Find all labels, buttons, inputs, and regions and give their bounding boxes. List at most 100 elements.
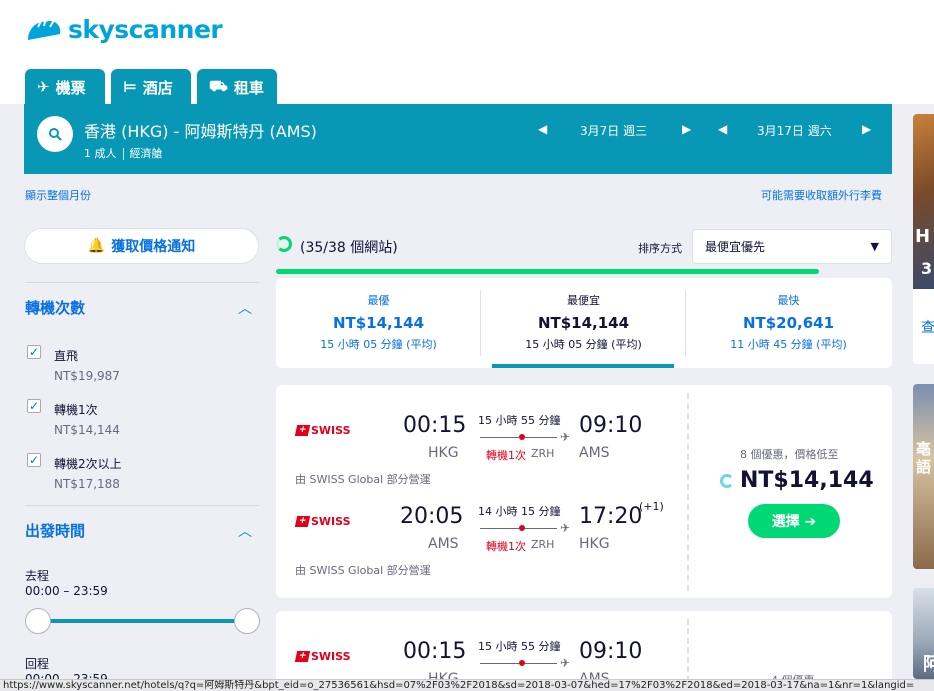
outbound-operated-by: 由 SWISS Global 部分營運 [295,473,431,486]
ad-title: H [915,226,931,247]
baggage-fees-link[interactable]: 可能需要收取額外行李費 [761,187,882,203]
inbound-via: ZRH [531,538,555,551]
inbound-route-line: ✈ [480,521,570,535]
ad-image [913,384,934,569]
inbound-day-offset: (+1) [639,500,664,513]
route-text[interactable]: 香港 (HKG) - 阿姆斯特丹 (AMS) [84,118,317,142]
loading-spinner-icon [720,473,734,488]
caret-down-icon: ▼ [870,240,879,253]
return-date[interactable]: 3月17日 週六 [757,122,832,139]
stops-direct-checkbox[interactable]: ✓ [27,345,41,359]
return-prev-day-button[interactable]: ◀ [718,122,727,136]
cabin-class: 經濟艙 [129,147,163,160]
stops-two-plus-checkbox[interactable]: ✓ [27,453,41,467]
cheapest-duration: 15 小時 05 分鐘 (平均) [525,338,642,351]
fastest-price: NT$20,641 [742,314,835,332]
outbound-stops: 轉機1次 [486,449,526,462]
swiss-airline-logo: + SWISS [294,515,351,528]
select-button[interactable]: 選擇 ➔ [748,504,840,538]
depart-date[interactable]: 3月7日 週三 [580,122,647,139]
bed-icon: ⊨ [123,78,137,96]
cheapest-tab[interactable]: 最便宜 NT$14,144 15 小時 05 分鐘 (平均) [481,278,686,368]
ad-title: 亳 語 [916,440,932,476]
outbound-depart-time: 00:15 [403,639,467,664]
show-whole-month-link[interactable]: 顯示整個月份 [25,187,91,203]
inbound-arrive-code: HKG [579,536,610,552]
airline-name: SWISS [311,650,351,663]
departure-time-title[interactable]: 出發時間 [25,520,85,541]
ticket-divider [687,393,689,591]
chevron-up-icon[interactable]: ︿ [238,521,252,541]
inbound-operated-by: 由 SWISS Global 部分營運 [295,564,431,577]
search-summary-bar: 香港 (HKG) - 阿姆斯特丹 (AMS) 1 成人 經濟艙 ◀ 3月7日 週三… [24,104,892,174]
ad-link[interactable]: 查 [921,317,934,337]
swiss-cross-icon: + [294,425,311,436]
result-card[interactable]: + SWISS 00:15 HKG 15 小時 55 分鐘 ✈ 轉機1次 ZRH … [276,385,892,598]
loading-spinner-icon [276,236,292,252]
stops-two-plus-price: NT$17,188 [54,477,120,491]
best-label: 最優 [367,294,390,307]
plane-icon: ✈ [560,521,571,535]
airline-name: SWISS [311,424,351,437]
price-alert-button[interactable]: 🔔 獲取價格通知 [24,228,259,264]
sort-select[interactable]: 最便宜優先 ▼ [692,229,892,264]
outbound-route-line: ✈ [480,656,570,670]
swiss-airline-logo: + SWISS [294,424,351,437]
passenger-cabin[interactable]: 1 成人 經濟艙 [84,145,163,161]
return-label: 回程 [25,657,50,671]
fastest-duration: 11 小時 45 分鐘 (平均) [730,338,847,351]
sort-label: 排序方式 [638,242,682,255]
hotel-ad-card[interactable]: 亳 語 [913,384,934,569]
depart-prev-day-button[interactable]: ◀ [538,122,547,136]
outbound-label: 去程 [25,569,50,583]
depart-next-day-button[interactable]: ▶ [682,122,691,136]
search-icon [49,128,62,141]
outbound-time-slider-track[interactable] [38,619,248,623]
passenger-count: 1 成人 [84,147,117,160]
cheapest-price: NT$14,144 [537,314,630,332]
tab-label: 酒店 [142,78,173,97]
outbound-arrive-time: 09:10 [579,639,643,664]
outbound-duration: 15 小時 55 分鐘 [478,640,561,653]
car-icon: ⛟ [209,77,228,95]
stops-direct-price: NT$19,987 [54,369,120,383]
airline-name: SWISS [311,515,351,528]
hotel-ad-card[interactable]: 阿 [913,588,934,679]
browser-status-bar: https://www.skyscanner.net/hotels/q?q=阿姆… [0,679,934,691]
inbound-duration: 14 小時 15 分鐘 [478,505,561,518]
outbound-depart-time: 00:15 [403,413,467,438]
outbound-slider-start-handle[interactable] [25,608,51,634]
stops-one-checkbox[interactable]: ✓ [27,399,41,413]
edit-search-button[interactable] [37,116,73,152]
fastest-tab[interactable]: 最快 NT$20,641 11 小時 45 分鐘 (平均) [686,278,891,368]
ad-number: 3 [921,259,933,278]
stops-one-price: NT$14,144 [54,423,120,437]
best-tab[interactable]: 最優 NT$14,144 15 小時 05 分鐘 (平均) [276,278,481,368]
stops-title[interactable]: 轉機次數 [25,297,85,318]
tab-hotels[interactable]: ⊨ 酒店 [111,69,191,105]
return-time-range: 00:00 – 23:59 [25,672,108,679]
divider [25,505,259,506]
return-next-day-button[interactable]: ▶ [862,122,871,136]
outbound-via: ZRH [531,447,555,460]
best-price: NT$14,144 [332,314,425,332]
divider [25,282,259,283]
cheapest-label: 最便宜 [567,294,600,307]
outbound-slider-end-handle[interactable] [234,608,260,634]
outbound-depart-code: HKG [428,445,459,461]
sort-summary-tabs: 最優 NT$14,144 15 小時 05 分鐘 (平均) 最便宜 NT$14,… [276,278,892,368]
inbound-depart-code: AMS [428,536,459,552]
brand-name: skyscanner [68,14,223,44]
tab-flights[interactable]: ✈ 機票 [25,69,105,105]
plane-icon: ✈ [37,78,50,96]
inbound-arrive-time: 17:20 [579,504,643,529]
tab-car-hire[interactable]: ⛟ 租車 [197,69,277,105]
chevron-up-icon[interactable]: ︿ [238,298,252,318]
swiss-cross-icon: + [294,516,311,527]
deal-price-value: NT$14,144 [740,468,874,493]
hotel-ad-card[interactable]: H 3 查 [913,114,934,364]
skyscanner-logo[interactable]: skyscanner [24,12,223,46]
inbound-stops: 轉機1次 [486,540,526,553]
outbound-duration: 15 小時 55 分鐘 [478,414,561,427]
outbound-arrive-code: AMS [579,445,610,461]
